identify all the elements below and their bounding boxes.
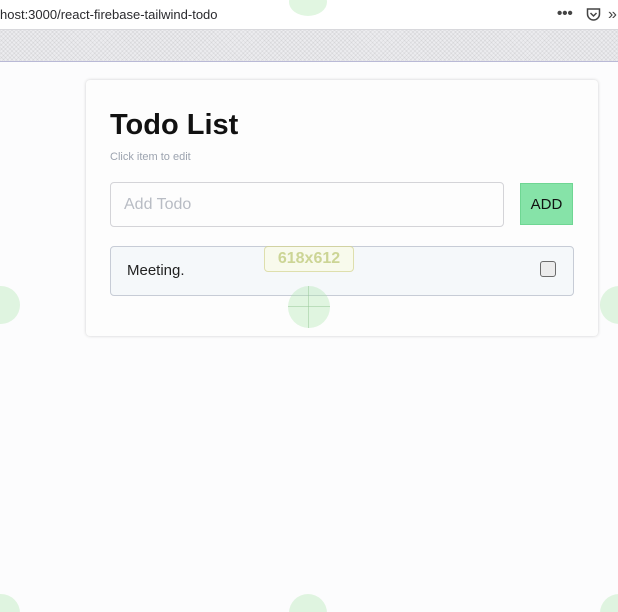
page-title: Todo List <box>110 109 239 141</box>
screenshot-size-badge: 618x612 <box>264 246 354 272</box>
url-bar-text[interactable]: host:3000/react-firebase-tailwind-todo <box>0 7 218 22</box>
overflow-menu-icon[interactable]: » <box>608 4 618 26</box>
todo-item-text[interactable]: Meeting. <box>127 262 185 279</box>
todo-complete-checkbox[interactable] <box>540 261 556 277</box>
crosshair-cursor-icon <box>288 286 330 328</box>
subtitle-hint: Click item to edit <box>110 151 191 163</box>
add-todo-input[interactable] <box>110 182 504 227</box>
bookmarks-toolbar <box>0 30 618 62</box>
add-todo-button[interactable]: ADD <box>520 183 573 225</box>
pocket-icon[interactable] <box>586 7 601 22</box>
more-horizontal-icon[interactable]: ••• <box>557 5 577 23</box>
